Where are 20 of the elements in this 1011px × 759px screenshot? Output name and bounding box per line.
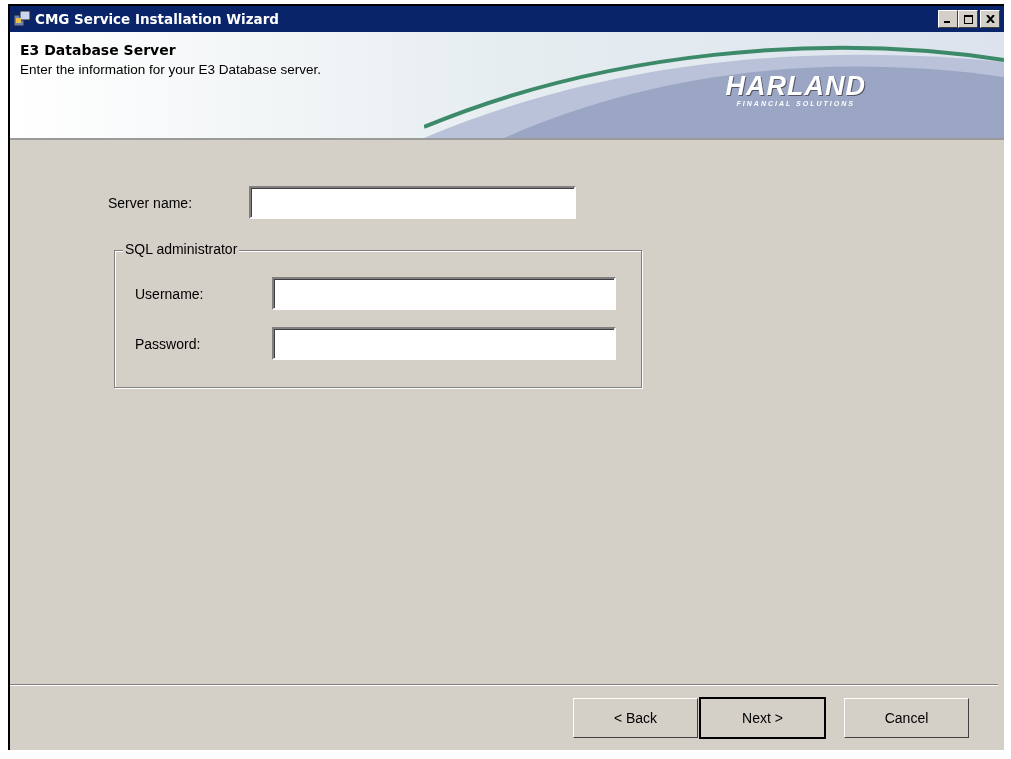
installer-icon [13,10,31,28]
page-title: E3 Database Server [20,42,177,58]
close-button[interactable] [980,10,1000,28]
wizard-button[interactable]: Cancel [844,698,969,738]
window-title: CMG Service Installation Wizard [35,11,280,27]
input-field[interactable] [272,327,616,360]
input-field[interactable] [272,277,616,310]
field-label: Server name: [108,194,194,211]
wizard-button[interactable]: Next > [700,698,825,738]
maximize-icon [963,14,973,24]
logo-name: HARLAND [725,72,866,100]
page-subtitle: Enter the information for your E3 Database server. [20,62,321,77]
server-name-field[interactable] [249,186,576,219]
field-label: Username: [135,285,205,302]
field-label: Password: [135,335,202,352]
minimize-button[interactable] [938,10,958,28]
group-title: SQL administrator [123,241,240,257]
maximize-button[interactable] [958,10,978,28]
close-icon [985,15,995,23]
wizard-button[interactable]: < Back [573,698,698,738]
